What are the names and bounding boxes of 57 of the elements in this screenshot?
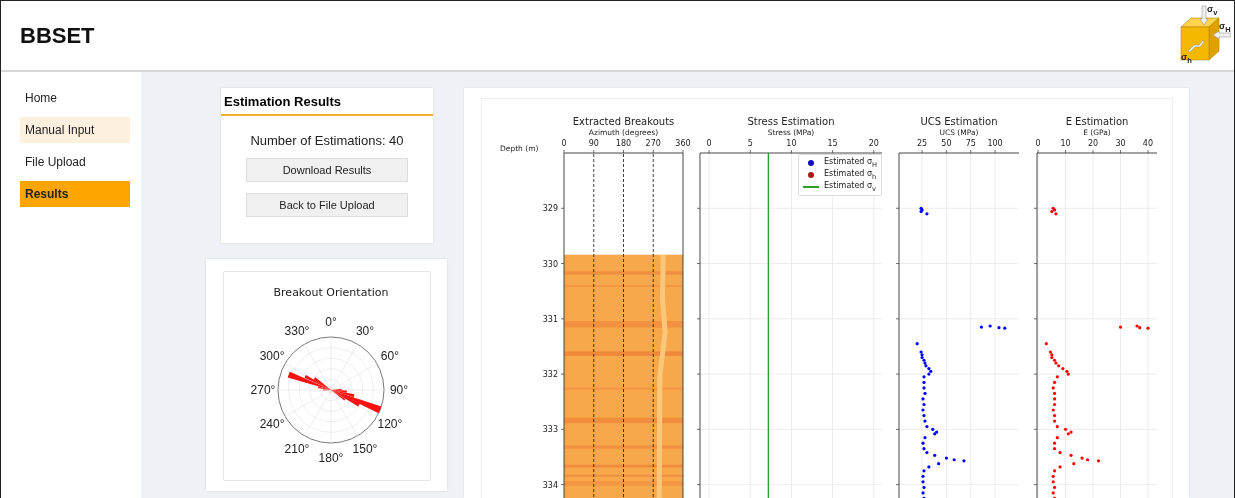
tick-label: 20 <box>1087 139 1099 148</box>
plot-title: E Estimation <box>1065 116 1129 127</box>
tick-label: 30 <box>1115 139 1126 148</box>
plot-title: Breakout Orientation <box>273 286 389 299</box>
nav-item[interactable]: File Upload <box>20 149 130 175</box>
tick-label: 40 <box>1142 139 1154 148</box>
angle-label: 240° <box>259 417 285 431</box>
tick-label: 332 <box>542 370 558 380</box>
angle-label: 180° <box>318 451 344 465</box>
plot-title: Stress Estimation <box>747 116 835 127</box>
tick-label: 0 <box>706 139 712 148</box>
nav-item[interactable]: Manual Input <box>20 117 130 143</box>
tick-label: 100 <box>987 139 1003 148</box>
tick-label: 10 <box>1060 139 1071 148</box>
tick-label: 334 <box>542 480 558 490</box>
tick-label: 333 <box>542 425 558 435</box>
angle-label: 150° <box>352 441 378 456</box>
angle-label: 270° <box>250 383 276 397</box>
tick-label: 5 <box>747 139 753 148</box>
angle-label: 120° <box>377 417 403 431</box>
logo-label: σ$_{H}$ <box>1219 20 1231 35</box>
angle-label: 60° <box>380 349 399 363</box>
tick-label: 75 <box>965 139 976 148</box>
angle-label: 330° <box>284 324 310 339</box>
tick-label: 331 <box>542 314 558 324</box>
legend-label: Estimated σ$_{H}$ <box>824 157 878 169</box>
plot-title: Extracted Breakouts <box>572 116 675 127</box>
tick-label: 25 <box>916 139 928 148</box>
angle-label: 90° <box>389 383 409 397</box>
app-title: BBSET <box>20 22 95 49</box>
nav-item[interactable]: Results <box>20 181 130 207</box>
tick-label: 330 <box>542 259 558 269</box>
legend-label: Estimated σ$_{v}$ <box>824 181 876 193</box>
tick-label: 90 <box>588 139 599 148</box>
angle-label: 210° <box>284 441 310 456</box>
angle-label: 30° <box>355 324 375 339</box>
tick-label: 270 <box>645 139 661 148</box>
tick-label: 329 <box>542 204 558 214</box>
logo-label: σ$_{v}$ <box>1207 3 1218 18</box>
angle-label: 0° <box>325 315 337 329</box>
tick-label: 50 <box>941 139 952 148</box>
tick-label: 180 <box>615 139 632 148</box>
action-button[interactable]: Back to File Upload <box>246 193 408 217</box>
card-title: Estimation Results <box>221 88 433 116</box>
angle-label: 300° <box>259 349 285 363</box>
tick-label: 0 <box>1035 139 1041 148</box>
nav-item[interactable]: Home <box>20 85 130 111</box>
legend-label: Estimated σ$_{h}$ <box>824 169 877 181</box>
tick-label: 10 <box>786 139 797 148</box>
plot-title: UCS Estimation <box>920 116 998 127</box>
action-button[interactable]: Download Results <box>246 158 408 182</box>
tick-label: 15 <box>827 139 838 148</box>
tick-label: 0 <box>561 139 567 148</box>
tick-label: 20 <box>868 139 879 148</box>
tick-label: 360 <box>675 139 691 148</box>
logo-label: σ$_{h}$ <box>1181 51 1192 66</box>
estimation-count: Number of Estimations: 40 <box>250 133 404 148</box>
